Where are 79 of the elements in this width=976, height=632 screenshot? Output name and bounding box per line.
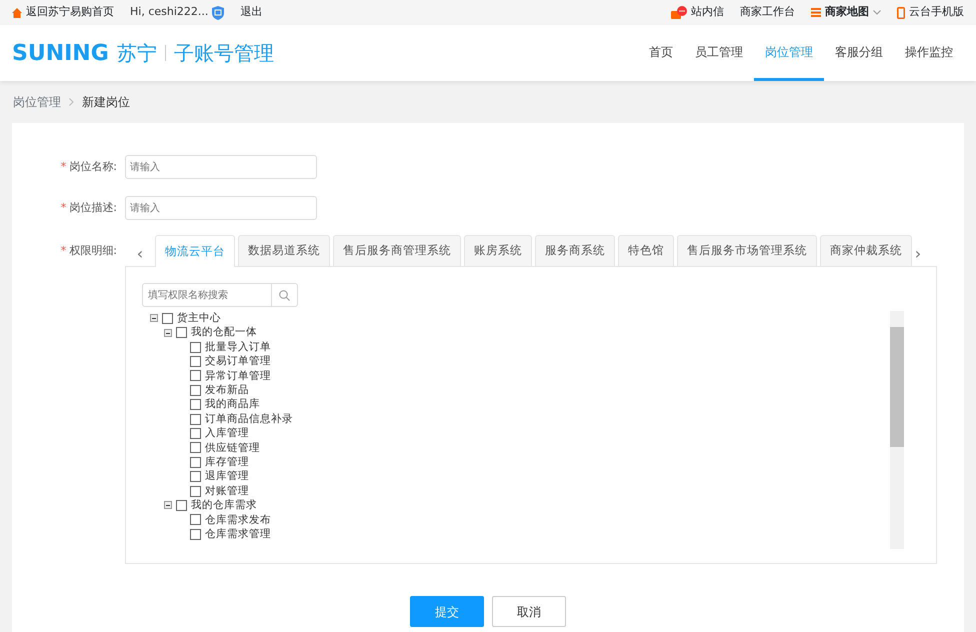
checkbox[interactable] <box>190 399 201 410</box>
tree-item-label[interactable]: 发布新品 <box>205 383 249 398</box>
nav-item[interactable]: 员工管理 <box>684 25 754 81</box>
breadcrumb-item[interactable]: 岗位管理 <box>13 93 61 111</box>
checkbox[interactable] <box>190 428 201 439</box>
shield-icon <box>212 6 224 20</box>
app-title: 子账号管理 <box>174 40 274 67</box>
chevron-down-icon <box>873 10 881 15</box>
tree-item-label[interactable]: 订单商品信息补录 <box>205 412 293 426</box>
collapse-toggle-icon[interactable] <box>164 328 172 337</box>
tree-item-label[interactable]: 仓库需求发布 <box>205 512 271 528</box>
tree-item-label[interactable]: 库存管理 <box>205 455 249 470</box>
tree-item-label[interactable]: 我的商品库 <box>205 397 260 412</box>
checkbox[interactable] <box>190 356 201 367</box>
message-icon <box>671 6 687 20</box>
checkbox[interactable] <box>190 514 201 526</box>
breadcrumb-item: 新建岗位 <box>82 94 130 111</box>
tree-item-label[interactable]: 异常订单管理 <box>205 368 271 384</box>
tree-item-label[interactable]: 货主中心 <box>177 311 221 326</box>
workbench-link[interactable]: 商家工作台 <box>740 4 795 21</box>
tree-item-label[interactable]: 仓库需求管理 <box>205 527 271 542</box>
checkbox[interactable] <box>176 500 187 511</box>
tree-item-label[interactable]: 批量导入订单 <box>205 340 271 354</box>
messages-link[interactable]: 站内信 <box>691 4 724 21</box>
checkbox[interactable] <box>190 456 201 468</box>
tab[interactable]: 服务商系统 <box>535 235 615 266</box>
site-map-link[interactable]: 商家地图 <box>825 4 869 21</box>
text-input[interactable]: 请输入 <box>125 155 317 179</box>
tree-item-label[interactable]: 退库管理 <box>205 469 249 484</box>
logo-chinese: 苏宁 <box>116 40 157 67</box>
checkbox[interactable] <box>176 327 187 338</box>
checkbox[interactable] <box>162 312 173 324</box>
home-link[interactable]: 返回苏宁易购首页 <box>26 4 114 21</box>
checkbox[interactable] <box>190 414 201 425</box>
tab[interactable]: 售后服务市场管理系统 <box>677 235 817 266</box>
checkbox[interactable] <box>190 442 201 454</box>
checkbox[interactable] <box>190 486 201 497</box>
tab-prev-button[interactable]: ‹ <box>125 242 155 266</box>
user-greeting: Hi, ceshi222... <box>130 4 208 20</box>
search-icon <box>279 290 290 300</box>
tree-item-label[interactable]: 我的仓库需求 <box>191 498 257 513</box>
required-mark: * <box>60 160 66 173</box>
nav-item[interactable]: 客服分组 <box>824 25 894 81</box>
tree-item-label[interactable]: 我的仓配一体 <box>191 325 257 340</box>
checkbox[interactable] <box>190 384 201 396</box>
text-input[interactable]: 请输入 <box>125 196 317 220</box>
cancel-button[interactable]: 取消 <box>492 596 566 627</box>
field-label: 岗位名称: <box>69 160 117 173</box>
tree-item-label[interactable]: 对账管理 <box>205 484 249 498</box>
tab[interactable]: 商家仲裁系统 <box>820 235 912 266</box>
logout-link[interactable]: 退出 <box>240 4 262 21</box>
tab[interactable]: 售后服务商管理系统 <box>333 235 461 266</box>
mobile-link[interactable]: 云台手机版 <box>909 4 964 21</box>
nav-item[interactable]: 首页 <box>638 25 684 81</box>
chevron-right-icon <box>69 98 74 106</box>
field-label: 岗位描述: <box>69 200 117 214</box>
tree-item-label[interactable]: 入库管理 <box>205 426 249 441</box>
tree-item-label[interactable]: 交易订单管理 <box>205 354 271 369</box>
checkbox[interactable] <box>190 370 201 382</box>
checkbox[interactable] <box>190 528 201 540</box>
collapse-toggle-icon[interactable] <box>164 501 172 510</box>
search-field[interactable]: 填写权限名称搜索 <box>142 283 272 307</box>
list-icon <box>811 8 821 17</box>
tree-item-label[interactable]: 供应链管理 <box>205 440 260 456</box>
home-icon <box>12 8 22 18</box>
scrollbar[interactable] <box>890 311 904 549</box>
nav-item[interactable]: 操作监控 <box>894 25 964 81</box>
tab[interactable]: 特色馆 <box>618 235 674 266</box>
required-mark: * <box>60 200 66 214</box>
collapse-toggle-icon[interactable] <box>150 314 158 322</box>
checkbox[interactable] <box>190 342 201 353</box>
phone-icon <box>897 6 905 18</box>
field-label: 权限明细: <box>69 244 117 257</box>
tab[interactable]: 账房系统 <box>464 235 532 266</box>
tab[interactable]: 数据易道系统 <box>238 235 330 266</box>
search-button[interactable] <box>272 283 298 307</box>
required-mark: * <box>60 244 66 257</box>
logo-text: SUNING <box>12 40 109 68</box>
checkbox[interactable] <box>190 471 201 482</box>
